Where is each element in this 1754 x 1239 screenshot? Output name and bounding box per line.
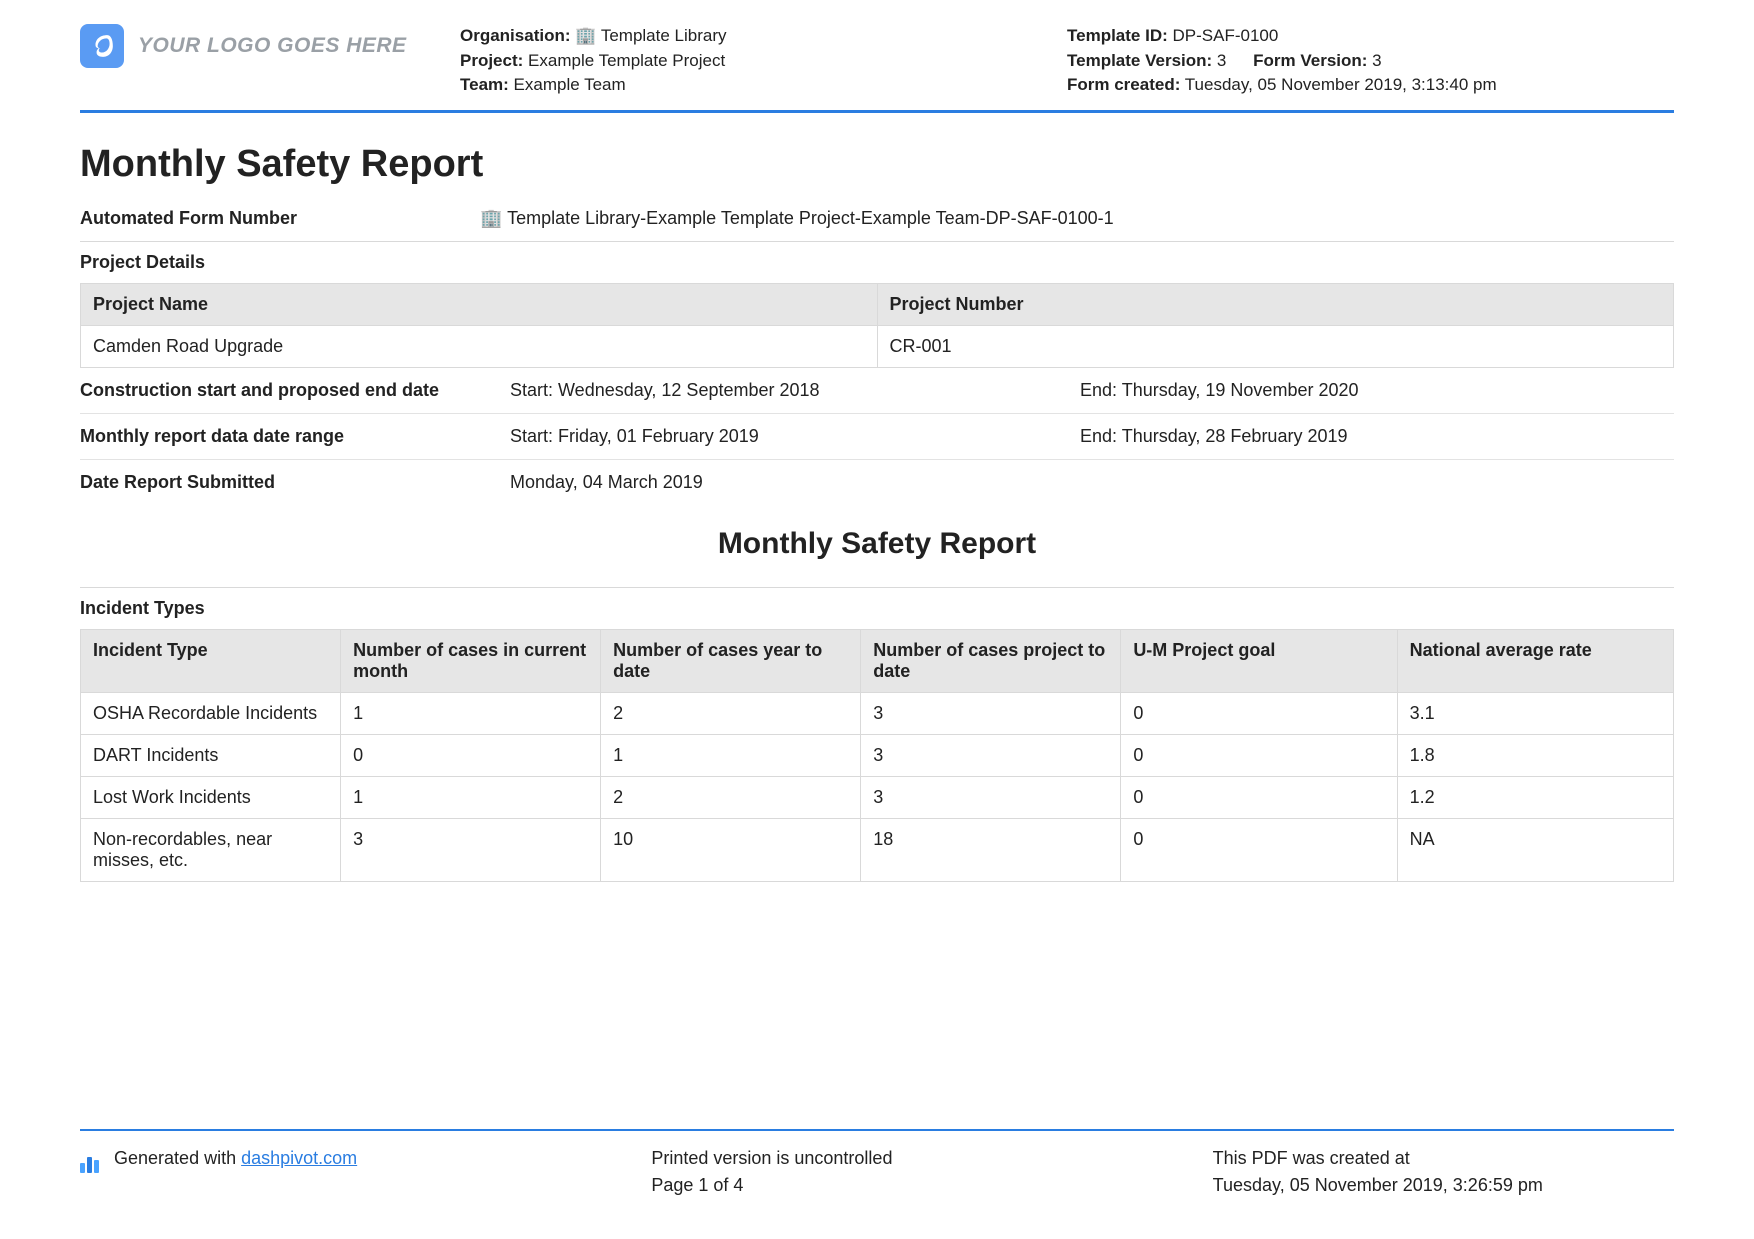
template-version-label: Template Version: bbox=[1067, 51, 1212, 70]
table-cell: 3 bbox=[861, 776, 1121, 818]
footer-left: Generated with dashpivot.com bbox=[80, 1145, 541, 1199]
automated-form-number-row: Automated Form Number 🏢 Template Library… bbox=[80, 204, 1674, 241]
incident-col-goal: U-M Project goal bbox=[1121, 629, 1397, 692]
table-cell: 1.2 bbox=[1397, 776, 1673, 818]
incident-col-current: Number of cases in current month bbox=[341, 629, 601, 692]
project-details-header: Project Details bbox=[80, 241, 1674, 283]
table-cell: 10 bbox=[601, 818, 861, 881]
logo-block: YOUR LOGO GOES HERE bbox=[80, 24, 460, 68]
logo-icon bbox=[80, 24, 124, 68]
incident-types-header: Incident Types bbox=[80, 587, 1674, 629]
submitted-label: Date Report Submitted bbox=[80, 472, 510, 493]
document-footer: Generated with dashpivot.com Printed ver… bbox=[80, 1129, 1674, 1199]
table-cell: 0 bbox=[1121, 692, 1397, 734]
project-number-header: Project Number bbox=[877, 283, 1674, 325]
construction-end: End: Thursday, 19 November 2020 bbox=[1080, 380, 1674, 401]
form-version-label: Form Version: bbox=[1253, 51, 1367, 70]
created-label: This PDF was created at bbox=[1213, 1145, 1674, 1172]
org-label: Organisation: bbox=[460, 26, 571, 45]
construction-label: Construction start and proposed end date bbox=[80, 380, 510, 401]
construction-dates-row: Construction start and proposed end date… bbox=[80, 368, 1674, 413]
project-name-header: Project Name bbox=[81, 283, 878, 325]
table-cell: 2 bbox=[601, 692, 861, 734]
table-cell: Lost Work Incidents bbox=[81, 776, 341, 818]
uncontrolled-text: Printed version is uncontrolled bbox=[651, 1145, 1112, 1172]
report-range-end: End: Thursday, 28 February 2019 bbox=[1080, 426, 1674, 447]
dashpivot-link[interactable]: dashpivot.com bbox=[241, 1148, 357, 1168]
project-name-value: Camden Road Upgrade bbox=[81, 325, 878, 367]
footer-center: Printed version is uncontrolled Page 1 o… bbox=[541, 1145, 1112, 1199]
table-cell: 1 bbox=[601, 734, 861, 776]
document-header: YOUR LOGO GOES HERE Organisation: 🏢 Temp… bbox=[80, 24, 1674, 113]
report-range-label: Monthly report data date range bbox=[80, 426, 510, 447]
incident-col-ytd: Number of cases year to date bbox=[601, 629, 861, 692]
form-version-value: 3 bbox=[1372, 51, 1381, 70]
table-cell: 3 bbox=[341, 818, 601, 881]
table-cell: 3 bbox=[861, 734, 1121, 776]
form-created-label: Form created: bbox=[1067, 75, 1180, 94]
incident-col-type: Incident Type bbox=[81, 629, 341, 692]
org-value: 🏢 Template Library bbox=[575, 26, 726, 45]
report-range-start: Start: Friday, 01 February 2019 bbox=[510, 426, 1080, 447]
table-cell: Non-recordables, near misses, etc. bbox=[81, 818, 341, 881]
table-cell: 1 bbox=[341, 776, 601, 818]
construction-start: Start: Wednesday, 12 September 2018 bbox=[510, 380, 1080, 401]
team-label: Team: bbox=[460, 75, 509, 94]
table-cell: 0 bbox=[1121, 734, 1397, 776]
table-cell: 0 bbox=[341, 734, 601, 776]
project-value: Example Template Project bbox=[528, 51, 725, 70]
created-value: Tuesday, 05 November 2019, 3:26:59 pm bbox=[1213, 1172, 1674, 1199]
footer-right: This PDF was created at Tuesday, 05 Nove… bbox=[1113, 1145, 1674, 1199]
template-id-value: DP-SAF-0100 bbox=[1173, 26, 1279, 45]
project-details-table: Project Name Project Number Camden Road … bbox=[80, 283, 1674, 368]
table-cell: 3 bbox=[861, 692, 1121, 734]
table-cell: 0 bbox=[1121, 818, 1397, 881]
project-label: Project: bbox=[460, 51, 523, 70]
incident-types-table: Incident Type Number of cases in current… bbox=[80, 629, 1674, 882]
table-cell: 0 bbox=[1121, 776, 1397, 818]
page-title: Monthly Safety Report bbox=[80, 143, 1674, 186]
team-value: Example Team bbox=[514, 75, 626, 94]
template-id-label: Template ID: bbox=[1067, 26, 1168, 45]
form-created-value: Tuesday, 05 November 2019, 3:13:40 pm bbox=[1185, 75, 1497, 94]
submitted-value: Monday, 04 March 2019 bbox=[510, 472, 1080, 493]
table-cell: NA bbox=[1397, 818, 1673, 881]
table-cell: 3.1 bbox=[1397, 692, 1673, 734]
generated-prefix: Generated with bbox=[114, 1148, 241, 1168]
table-cell: 1.8 bbox=[1397, 734, 1673, 776]
table-cell: OSHA Recordable Incidents bbox=[81, 692, 341, 734]
table-cell: 18 bbox=[861, 818, 1121, 881]
logo-placeholder-text: YOUR LOGO GOES HERE bbox=[138, 34, 407, 58]
table-row: DART Incidents01301.8 bbox=[81, 734, 1674, 776]
template-version-value: 3 bbox=[1217, 51, 1226, 70]
subtitle: Monthly Safety Report bbox=[80, 527, 1674, 561]
table-row: OSHA Recordable Incidents12303.1 bbox=[81, 692, 1674, 734]
table-cell: DART Incidents bbox=[81, 734, 341, 776]
table-row: Non-recordables, near misses, etc.310180… bbox=[81, 818, 1674, 881]
incident-col-national: National average rate bbox=[1397, 629, 1673, 692]
afn-value: 🏢 Template Library-Example Template Proj… bbox=[480, 208, 1114, 229]
afn-label: Automated Form Number bbox=[80, 208, 480, 229]
report-range-row: Monthly report data date range Start: Fr… bbox=[80, 413, 1674, 459]
submitted-row: Date Report Submitted Monday, 04 March 2… bbox=[80, 459, 1674, 505]
header-meta-right: Template ID: DP-SAF-0100 Template Versio… bbox=[1067, 24, 1674, 98]
table-cell: 2 bbox=[601, 776, 861, 818]
page-number: Page 1 of 4 bbox=[651, 1172, 1112, 1199]
table-row: Camden Road Upgrade CR-001 bbox=[81, 325, 1674, 367]
header-meta-left: Organisation: 🏢 Template Library Project… bbox=[460, 24, 1067, 98]
table-row: Lost Work Incidents12301.2 bbox=[81, 776, 1674, 818]
incident-col-ptd: Number of cases project to date bbox=[861, 629, 1121, 692]
project-number-value: CR-001 bbox=[877, 325, 1674, 367]
dashpivot-icon bbox=[80, 1146, 101, 1173]
table-cell: 1 bbox=[341, 692, 601, 734]
